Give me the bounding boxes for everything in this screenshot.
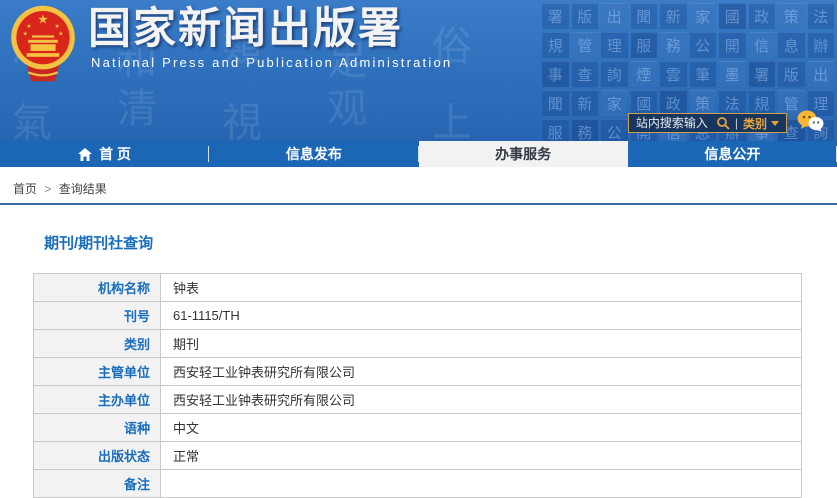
svg-text:★: ★	[58, 30, 63, 37]
breadcrumb-home-link[interactable]: 首页	[13, 182, 37, 196]
row-label: 出版状态	[33, 441, 161, 470]
wechat-icon[interactable]	[796, 110, 824, 137]
svg-text:★: ★	[26, 23, 31, 30]
search-category-dropdown[interactable]: 类别	[741, 115, 781, 132]
row-label: 机构名称	[33, 273, 161, 302]
search-button[interactable]	[714, 116, 732, 130]
nav-item-news[interactable]: 信息发布	[209, 141, 419, 167]
page-title: 期刊/期刊社查询	[44, 235, 154, 252]
table-row: 刊号 61-1115/TH	[33, 301, 802, 330]
search-category-label: 类别	[742, 116, 767, 131]
svg-text:★: ★	[37, 13, 48, 27]
site-logo[interactable]: ★ ★ ★ ★ ★ 国家新闻出版署 National Press and Pub…	[6, 4, 452, 86]
table-row: 备注	[33, 469, 802, 498]
row-value	[160, 469, 802, 498]
table-row: 机构名称 钟表	[33, 273, 802, 302]
national-emblem-icon: ★ ★ ★ ★ ★	[11, 5, 75, 82]
nav-item-disclosure[interactable]: 信息公开	[628, 141, 837, 167]
row-value: 61-1115/TH	[160, 301, 802, 330]
site-header: 风和類足俗氣清視观上 署版出聞新家國政策法規管理服務公開信息辦事查詢煙雲筆墨署版…	[0, 0, 837, 141]
row-label: 语种	[33, 413, 161, 442]
svg-text:★: ★	[54, 23, 59, 30]
site-search-bar: | 类别	[627, 113, 787, 133]
row-label: 主管单位	[33, 357, 161, 386]
breadcrumb-separator: >	[44, 182, 52, 196]
main-nav: 首 页 信息发布 办事服务 信息公开	[0, 141, 837, 167]
breadcrumb-current: 查询结果	[58, 182, 107, 196]
nav-item-label: 办事服务	[495, 146, 552, 162]
table-row: 出版状态 正常	[33, 441, 802, 470]
nav-item-label: 信息发布	[285, 146, 342, 162]
breadcrumb: 首页 > 查询结果	[0, 167, 837, 205]
table-row: 主管单位 西安轻工业钟表研究所有限公司	[33, 357, 802, 386]
row-value: 钟表	[160, 273, 802, 302]
search-separator: |	[734, 116, 738, 130]
row-value: 正常	[160, 441, 802, 470]
main-nav-list: 首 页 信息发布 办事服务 信息公开	[0, 141, 837, 167]
journal-info-table: 机构名称 钟表 刊号 61-1115/TH 类别 期刊 主管单位 西安轻工业钟表研究所有限公司…	[33, 273, 802, 498]
nav-item-label: 信息公开	[704, 146, 761, 162]
row-label: 主办单位	[33, 385, 161, 414]
table-row: 类别 期刊	[33, 329, 802, 358]
row-value: 期刊	[160, 329, 802, 358]
home-icon	[78, 147, 93, 161]
chevron-down-icon	[771, 120, 779, 126]
row-value: 西安轻工业钟表研究所有限公司	[160, 357, 802, 386]
row-value: 西安轻工业钟表研究所有限公司	[160, 385, 802, 414]
table-row: 主办单位 西安轻工业钟表研究所有限公司	[33, 385, 802, 414]
svg-text:★: ★	[23, 30, 28, 37]
journal-table-body: 机构名称 钟表 刊号 61-1115/TH 类别 期刊 主管单位 西安轻工业钟表研究所有限公司…	[33, 273, 802, 498]
site-subtitle-en: National Press and Publication Administr…	[91, 55, 453, 71]
row-label: 类别	[33, 329, 161, 358]
nav-item-services[interactable]: 办事服务	[418, 141, 628, 167]
magnifier-icon	[716, 117, 730, 130]
site-title: 国家新闻出版署	[88, 5, 403, 53]
row-value: 中文	[160, 413, 802, 442]
row-label: 刊号	[33, 301, 161, 330]
row-label: 备注	[33, 469, 161, 498]
nav-item-label: 首 页	[99, 146, 132, 162]
nav-item-home[interactable]: 首 页	[0, 141, 210, 167]
search-input[interactable]	[633, 115, 714, 131]
table-row: 语种 中文	[33, 413, 802, 442]
